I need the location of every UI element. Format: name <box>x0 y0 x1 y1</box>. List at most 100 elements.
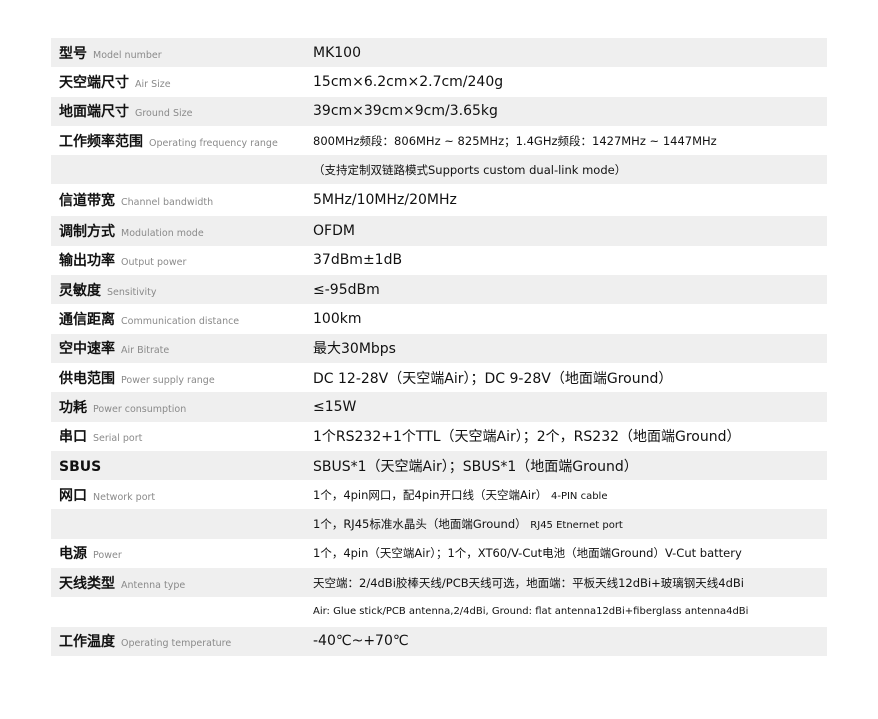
spec-row-channel-bandwidth: 信道带宽 Channel bandwidth 5MHz/10MHz/20MHz <box>51 184 827 216</box>
value-suffix: 4-PIN cable <box>550 490 608 502</box>
label-en: Operating temperature <box>121 638 232 650</box>
row-value: OFDM <box>313 223 355 240</box>
row-value: 800MHz频段：806MHz ~ 825MHz；1.4GHz频段：1427MH… <box>313 133 717 148</box>
row-label: 通信距离 Communication distance <box>51 309 313 329</box>
spec-row-network-port-ground: 1个，RJ45标准水晶头（地面端Ground） RJ45 Etnernet po… <box>51 509 827 539</box>
spec-row-output-power: 输出功率 Output power 37dBm±1dB <box>51 246 827 275</box>
row-label: 空中速率 Air Bitrate <box>51 338 313 358</box>
label-cn: 地面端尺寸 <box>59 104 129 121</box>
row-value: 1个，4pin（天空端Air）；1个，XT60/V-Cut电池（地面端Groun… <box>313 546 742 561</box>
row-label <box>51 602 313 621</box>
label-en: Output power <box>121 257 187 269</box>
row-value: ≤15W <box>313 398 357 415</box>
label-cn: 功耗 <box>59 399 87 416</box>
label-cn: 空中速率 <box>59 341 115 358</box>
row-value: -40℃~+70℃ <box>313 633 409 650</box>
row-label: 天空端尺寸 Air Size <box>51 72 313 92</box>
row-value: （支持定制双链路模式Supports custom dual-link mode… <box>313 162 627 177</box>
row-label: 网口 Network port <box>51 485 313 505</box>
label-cn: SBUS <box>59 459 102 475</box>
row-label: 地面端尺寸 Ground Size <box>51 101 313 121</box>
label-en: Modulation mode <box>121 228 204 240</box>
label-en: Model number <box>93 49 162 61</box>
row-value: 39cm×39cm×9cm/3.65kg <box>313 103 498 120</box>
spec-row-sbus: SBUS SBUS*1（天空端Air）；SBUS*1（地面端Ground） <box>51 450 827 481</box>
row-value: 1个，RJ45标准水晶头（地面端Ground） RJ45 Etnernet po… <box>313 516 827 532</box>
value-text: 1个，RJ45标准水晶头（地面端Ground） <box>313 517 527 532</box>
row-label: 型号 Model number <box>51 43 313 63</box>
label-cn: 供电范围 <box>59 370 115 387</box>
spec-row-frequency-range: 工作频率范围 Operating frequency range 800MHz频段… <box>51 126 827 155</box>
row-label: 工作频率范围 Operating frequency range <box>51 131 313 151</box>
row-label <box>51 515 313 534</box>
label-en: Serial port <box>93 433 143 445</box>
row-value: 最大30Mbps <box>313 341 396 358</box>
row-value: ≤-95dBm <box>313 281 380 298</box>
spec-row-ground-size: 地面端尺寸 Ground Size 39cm×39cm×9cm/3.65kg <box>51 96 827 126</box>
row-value: DC 12-28V（天空端Air）；DC 9-28V（地面端Ground） <box>313 370 673 387</box>
spec-row-operating-temperature: 工作温度 Operating temperature -40℃~+70℃ <box>51 626 827 656</box>
row-value: Air: Glue stick/PCB antenna,2/4dBi, Grou… <box>313 606 749 618</box>
label-en: Communication distance <box>121 316 240 328</box>
row-label: 功耗 Power consumption <box>51 397 313 417</box>
row-value: 天空端：2/4dBi胶棒天线/PCB天线可选，地面端：平板天线12dBi+玻璃钢… <box>313 575 744 590</box>
row-label: 天线类型 Antenna type <box>51 573 313 593</box>
spec-row-air-size: 天空端尺寸 Air Size 15cm×6.2cm×2.7cm/240g <box>51 67 827 96</box>
row-label: 工作温度 Operating temperature <box>51 631 313 651</box>
label-cn: 工作频率范围 <box>59 133 143 150</box>
label-cn: 天线类型 <box>59 575 115 592</box>
spec-row-serial-port: 串口 Serial port 1个RS232+1个TTL（天空端Air）；2个，R… <box>51 422 827 451</box>
row-label: 串口 Serial port <box>51 426 313 446</box>
label-en: Power consumption <box>93 403 187 415</box>
row-value: 100km <box>313 311 362 328</box>
label-en: Air Bitrate <box>121 345 170 357</box>
label-en: Antenna type <box>121 579 186 591</box>
label-en: Power <box>93 550 122 562</box>
row-value: 5MHz/10MHz/20MHz <box>313 192 457 209</box>
label-cn: 信道带宽 <box>59 193 115 210</box>
spec-row-power-supply-range: 供电范围 Power supply range DC 12-28V（天空端Air）… <box>51 363 827 392</box>
label-cn: 通信距离 <box>59 312 115 329</box>
label-cn: 电源 <box>59 546 87 563</box>
label-en: Air Size <box>135 78 171 90</box>
row-value: SBUS*1（天空端Air）；SBUS*1（地面端Ground） <box>313 458 638 475</box>
value-suffix: RJ45 Etnernet port <box>530 520 623 532</box>
label-cn: 调制方式 <box>59 224 115 241</box>
row-value: 15cm×6.2cm×2.7cm/240g <box>313 73 504 90</box>
label-en: Network port <box>93 491 156 503</box>
label-cn: 输出功率 <box>59 253 115 270</box>
spec-row-modulation-mode: 调制方式 Modulation mode OFDM <box>51 216 827 246</box>
row-label: 输出功率 Output power <box>51 250 313 270</box>
label-cn: 网口 <box>59 487 87 504</box>
label-cn: 工作温度 <box>59 634 115 651</box>
spec-row-communication-distance: 通信距离 Communication distance 100km <box>51 304 827 333</box>
row-label: 调制方式 Modulation mode <box>51 221 313 241</box>
spec-row-antenna-type-en: Air: Glue stick/PCB antenna,2/4dBi, Grou… <box>51 597 827 626</box>
row-label: 供电范围 Power supply range <box>51 368 313 388</box>
label-en: Sensitivity <box>107 286 157 298</box>
row-value: 1个，4pin网口，配4pin开口线（天空端Air） 4-PIN cable <box>313 487 827 503</box>
spec-row-power: 电源 Power 1个，4pin（天空端Air）；1个，XT60/V-Cut电池（… <box>51 539 827 568</box>
value-text: 1个，4pin网口，配4pin开口线（天空端Air） <box>313 487 548 502</box>
row-label: 信道带宽 Channel bandwidth <box>51 190 313 210</box>
spec-row-antenna-type: 天线类型 Antenna type 天空端：2/4dBi胶棒天线/PCB天线可选，… <box>51 568 827 598</box>
row-value: 1个RS232+1个TTL（天空端Air）；2个，RS232（地面端Ground… <box>313 429 741 446</box>
label-cn: 天空端尺寸 <box>59 74 129 91</box>
spec-row-air-bitrate: 空中速率 Air Bitrate 最大30Mbps <box>51 333 827 363</box>
label-en: Channel bandwidth <box>121 197 214 209</box>
label-en: Power supply range <box>121 374 215 386</box>
spec-row-network-port: 网口 Network port 1个，4pin网口，配4pin开口线（天空端Air… <box>51 480 827 509</box>
spec-row-sensitivity: 灵敏度 Sensitivity ≤-95dBm <box>51 275 827 305</box>
label-cn: 灵敏度 <box>59 282 101 299</box>
spec-table: 型号 Model number MK100 天空端尺寸 Air Size 15cm×… <box>51 38 827 656</box>
row-value: MK100 <box>313 44 361 61</box>
label-en: Ground Size <box>135 108 193 120</box>
row-label <box>51 160 313 179</box>
row-label: SBUS <box>51 456 313 475</box>
row-label: 灵敏度 Sensitivity <box>51 280 313 300</box>
spec-row-power-consumption: 功耗 Power consumption ≤15W <box>51 392 827 422</box>
label-cn: 串口 <box>59 429 87 446</box>
row-label: 电源 Power <box>51 543 313 563</box>
label-en: Operating frequency range <box>149 137 278 149</box>
spec-row-frequency-note: （支持定制双链路模式Supports custom dual-link mode… <box>51 155 827 185</box>
